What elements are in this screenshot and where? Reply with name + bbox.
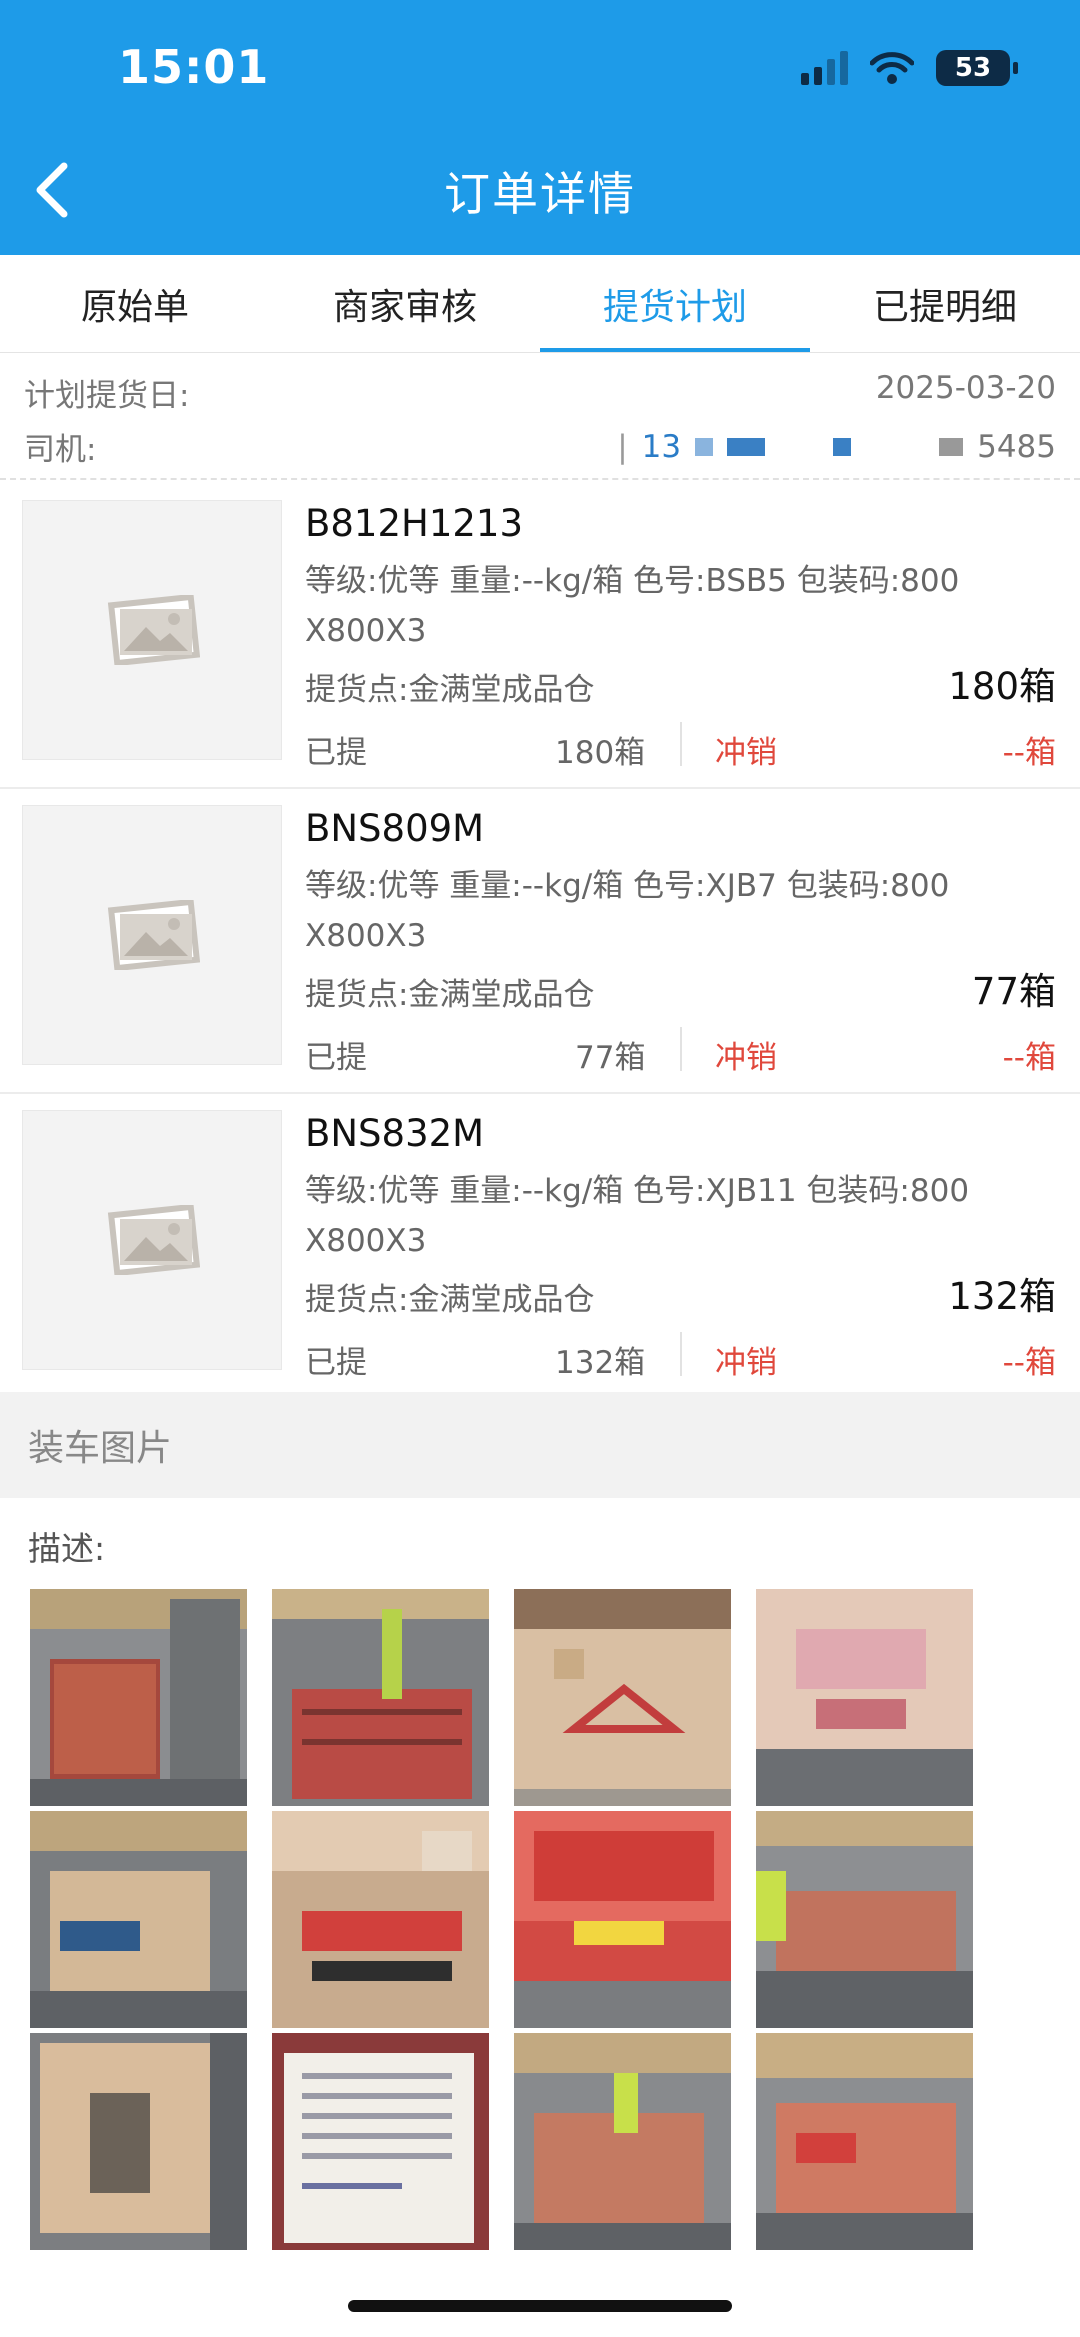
product-thumbnail bbox=[22, 1110, 282, 1370]
loading-photo[interactable] bbox=[756, 1589, 973, 1806]
taken-value: 132箱 bbox=[555, 1345, 646, 1381]
product-item[interactable]: BNS809M 等级:优等 重量:--kg/箱 色号:XJB7 包装码:800 … bbox=[0, 789, 1080, 1094]
plan-quantity: 132箱 bbox=[948, 1275, 1056, 1318]
image-placeholder-icon bbox=[107, 900, 200, 970]
divider bbox=[680, 722, 682, 766]
plan-quantity: 77箱 bbox=[971, 970, 1056, 1013]
spec-line: 等级:优等 重量:--kg/箱 色号:XJB11 包装码:800 bbox=[305, 1173, 970, 1209]
taken-value: 180箱 bbox=[555, 735, 646, 771]
product-code: BNS809M bbox=[305, 807, 485, 850]
home-indicator bbox=[348, 2300, 732, 2312]
tab-pickup-plan[interactable]: 提货计划 bbox=[540, 255, 810, 352]
product-thumbnail bbox=[22, 805, 282, 1065]
writeoff-value: --箱 bbox=[1002, 1345, 1056, 1381]
taken-label: 已提 bbox=[305, 1345, 367, 1381]
writeoff-value: --箱 bbox=[1002, 1040, 1056, 1076]
loading-photo[interactable] bbox=[756, 2033, 973, 2250]
loading-photo[interactable] bbox=[272, 1811, 489, 2028]
writeoff-label: 冲销 bbox=[715, 1040, 777, 1076]
plan-date-value: 2025-03-20 bbox=[875, 370, 1056, 406]
loading-photo[interactable] bbox=[272, 2033, 489, 2250]
spec-line: X800X3 bbox=[305, 613, 427, 649]
product-code: BNS832M bbox=[305, 1112, 485, 1155]
tab-bar: 原始单 商家审核 提货计划 已提明细 bbox=[0, 255, 1080, 353]
signal-icon bbox=[801, 51, 848, 85]
plan-date-label: 计划提货日: bbox=[24, 378, 190, 414]
driver-value-end: 5485 bbox=[977, 428, 1056, 465]
loading-photo[interactable] bbox=[514, 2033, 731, 2250]
product-spec: 等级:优等 重量:--kg/箱 色号:BSB5 包装码:800 X800X3 bbox=[305, 556, 1065, 656]
spec-line: X800X3 bbox=[305, 1223, 427, 1259]
redaction-block bbox=[833, 437, 852, 456]
loading-photo[interactable] bbox=[30, 1811, 247, 2028]
pickup-location: 提货点:金满堂成品仓 bbox=[305, 977, 595, 1013]
status-icons: 53 bbox=[801, 50, 1018, 86]
pickup-location: 提货点:金满堂成品仓 bbox=[305, 672, 595, 708]
page-title: 订单详情 bbox=[444, 167, 636, 221]
divider bbox=[680, 1027, 682, 1071]
product-spec: 等级:优等 重量:--kg/箱 色号:XJB7 包装码:800 X800X3 bbox=[305, 861, 1065, 961]
taken-label: 已提 bbox=[305, 735, 367, 771]
loading-photo[interactable] bbox=[30, 2033, 247, 2250]
divider bbox=[680, 1332, 682, 1376]
driver-value-start: 13 bbox=[641, 428, 682, 465]
tab-picked-details[interactable]: 已提明细 bbox=[810, 255, 1080, 352]
taken-value: 77箱 bbox=[575, 1040, 646, 1076]
image-placeholder-icon bbox=[107, 1205, 200, 1275]
product-code: B812H1213 bbox=[305, 502, 523, 545]
status-time: 15:01 bbox=[118, 40, 270, 94]
spec-line: 等级:优等 重量:--kg/箱 色号:BSB5 包装码:800 bbox=[305, 563, 960, 599]
wifi-icon bbox=[870, 52, 914, 84]
spec-line: 等级:优等 重量:--kg/箱 色号:XJB7 包装码:800 bbox=[305, 868, 950, 904]
driver-value: | 13 5485 bbox=[617, 428, 1056, 465]
loading-photo[interactable] bbox=[514, 1589, 731, 1806]
app-header: 15:01 53 订单详情 bbox=[0, 0, 1080, 255]
redaction-block bbox=[939, 437, 964, 456]
description-label: 描述: bbox=[28, 1529, 106, 1568]
product-item[interactable]: BNS832M 等级:优等 重量:--kg/箱 色号:XJB11 包装码:800… bbox=[0, 1094, 1080, 1399]
plan-quantity: 180箱 bbox=[948, 665, 1056, 708]
product-item[interactable]: B812H1213 等级:优等 重量:--kg/箱 色号:BSB5 包装码:80… bbox=[0, 484, 1080, 789]
taken-label: 已提 bbox=[305, 1040, 367, 1076]
writeoff-label: 冲销 bbox=[715, 1345, 777, 1381]
tab-merchant-review[interactable]: 商家审核 bbox=[270, 255, 540, 352]
product-spec: 等级:优等 重量:--kg/箱 色号:XJB11 包装码:800 X800X3 bbox=[305, 1166, 1065, 1266]
loading-photo[interactable] bbox=[272, 1589, 489, 1806]
loading-photo[interactable] bbox=[756, 1811, 973, 2028]
writeoff-label: 冲销 bbox=[715, 735, 777, 771]
writeoff-value: --箱 bbox=[1002, 735, 1056, 771]
pickup-location: 提货点:金满堂成品仓 bbox=[305, 1282, 595, 1318]
product-thumbnail bbox=[22, 500, 282, 760]
driver-label: 司机: bbox=[24, 432, 97, 468]
tab-original-order[interactable]: 原始单 bbox=[0, 255, 270, 352]
loading-photos-header: 装车图片 bbox=[0, 1392, 1080, 1498]
plan-info: 计划提货日: 2025-03-20 司机: | 13 5485 bbox=[0, 360, 1080, 480]
redaction-block bbox=[695, 437, 714, 456]
battery-icon: 53 bbox=[936, 50, 1018, 86]
spec-line: X800X3 bbox=[305, 918, 427, 954]
loading-photo[interactable] bbox=[514, 1811, 731, 2028]
image-placeholder-icon bbox=[107, 595, 200, 665]
loading-photo[interactable] bbox=[30, 1589, 247, 1806]
redaction-block bbox=[727, 437, 766, 456]
